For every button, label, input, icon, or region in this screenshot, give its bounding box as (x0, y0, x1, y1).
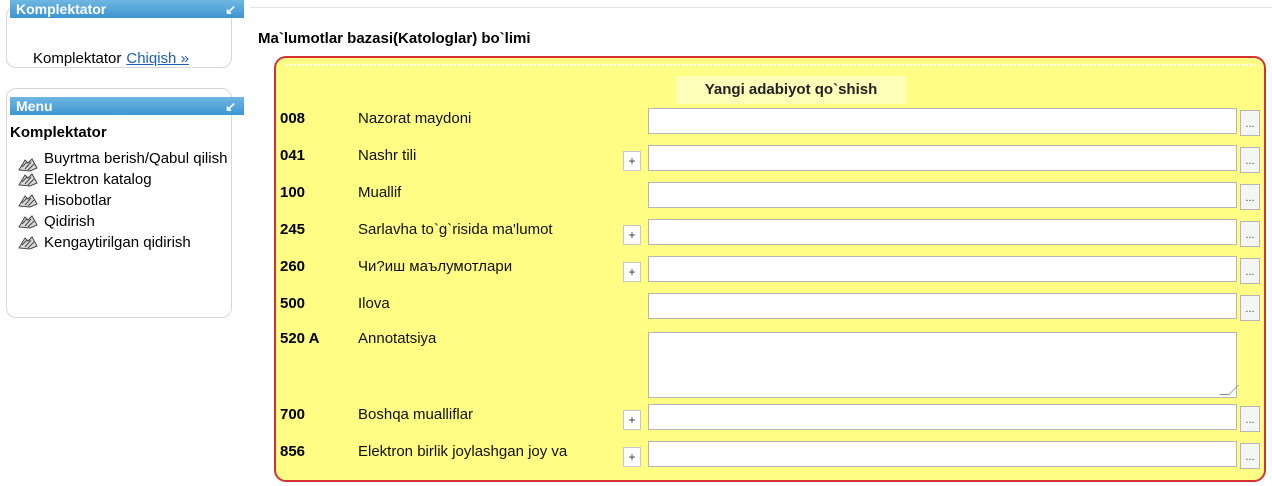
books-icon (18, 173, 38, 187)
form-row-041: 041 Nashr tili + ... (276, 143, 1264, 173)
browse-button[interactable]: ... (1240, 221, 1260, 247)
add-button[interactable]: + (623, 447, 641, 467)
menu-item-label: Buyrtma berish/Qabul qilish (44, 150, 228, 167)
form-row-520a: 520 A Annotatsiya (276, 326, 1264, 402)
form-row-856: 856 Elektron birlik joylashgan joy va + … (276, 439, 1264, 469)
collapse-icon[interactable]: ↙ (225, 98, 236, 116)
field-code: 100 (280, 184, 306, 201)
field-code: 500 (280, 295, 306, 312)
page-title: Ma`lumotlar bazasi(Katologlar) bo`limi (258, 30, 531, 47)
add-button[interactable]: + (623, 225, 641, 245)
field-code: 260 (280, 258, 306, 275)
field-code: 700 (280, 406, 306, 423)
logout-link[interactable]: Chiqish » (126, 50, 189, 67)
browse-button[interactable]: ... (1240, 110, 1260, 136)
resize-grip-icon[interactable] (1219, 385, 1239, 395)
menu-item-label: Hisobotlar (44, 192, 112, 209)
user-panel-header: Komplektator ↙ (10, 0, 244, 18)
collapse-icon[interactable]: ↙ (225, 1, 236, 19)
form-row-260: 260 Чи?иш маълумотлари + ... (276, 254, 1264, 284)
field-label: Ilova (358, 295, 390, 312)
form-top-border (286, 64, 1256, 68)
field-label: Чи?иш маълумотлари (358, 258, 513, 275)
field-label: Sarlavha to`g`risida ma'lumot (358, 221, 553, 238)
menu-item-label: Qidirish (44, 213, 95, 230)
menu-item-reports[interactable]: Hisobotlar (16, 192, 236, 210)
title-info-input[interactable] (648, 219, 1237, 245)
add-button[interactable]: + (623, 410, 641, 430)
browse-button[interactable]: ... (1240, 406, 1260, 432)
field-label: Elektron birlik joylashgan joy va (358, 443, 568, 460)
field-label: Nazorat maydoni (358, 110, 472, 127)
books-icon (18, 194, 38, 208)
annotation-textarea[interactable] (648, 332, 1239, 398)
books-icon (18, 215, 38, 229)
menu-item-catalog[interactable]: Elektron katalog (16, 171, 236, 189)
menu-panel-title: Menu (16, 98, 53, 114)
browse-button[interactable]: ... (1240, 295, 1260, 321)
author-input[interactable] (648, 182, 1237, 208)
field-label: Boshqa mualliflar (358, 406, 474, 423)
form-row-008: 008 Nazorat maydoni ... (276, 106, 1264, 136)
field-label: Nashr tili (358, 147, 417, 164)
menu-item-advanced-search[interactable]: Kengaytirilgan qidirish (16, 234, 236, 252)
field-code: 245 (280, 221, 306, 238)
browse-button[interactable]: ... (1240, 147, 1260, 173)
add-button[interactable]: + (623, 262, 641, 282)
user-line: Komplektator Chiqish » (33, 50, 189, 67)
field-code: 856 (280, 443, 306, 460)
menu-list: Buyrtma berish/Qabul qilish Elektron kat… (16, 150, 236, 255)
menu-item-label: Kengaytirilgan qidirish (44, 234, 191, 251)
control-field-input[interactable] (648, 108, 1237, 134)
field-label: Annotatsiya (358, 330, 437, 347)
menu-item-label: Elektron katalog (44, 171, 152, 188)
other-authors-input[interactable] (648, 404, 1237, 430)
menu-item-orders[interactable]: Buyrtma berish/Qabul qilish (16, 150, 236, 172)
menu-section-title: Komplektator (10, 124, 107, 141)
field-code: 520 A (280, 330, 320, 347)
form-row-245: 245 Sarlavha to`g`risida ma'lumot + ... (276, 217, 1264, 247)
menu-panel-header: Menu ↙ (10, 97, 244, 115)
browse-button[interactable]: ... (1240, 443, 1260, 469)
publication-info-input[interactable] (648, 256, 1237, 282)
books-icon (18, 236, 38, 250)
form-row-500: 500 Ilova ... (276, 291, 1264, 321)
menu-item-search[interactable]: Qidirish (16, 213, 236, 231)
electronic-location-input[interactable] (648, 441, 1237, 467)
appendix-input[interactable] (648, 293, 1237, 319)
form-row-100: 100 Muallif ... (276, 180, 1264, 210)
browse-button[interactable]: ... (1240, 184, 1260, 210)
user-panel-title: Komplektator (16, 1, 107, 17)
books-icon (18, 158, 38, 172)
add-button[interactable]: + (623, 151, 641, 171)
field-label: Muallif (358, 184, 402, 201)
language-input[interactable] (648, 145, 1237, 171)
add-literature-form: Yangi adabiyot qo`shish 008 Nazorat mayd… (274, 56, 1266, 482)
browse-button[interactable]: ... (1240, 258, 1260, 284)
form-header: Yangi adabiyot qo`shish (676, 76, 906, 104)
field-code: 008 (280, 110, 306, 127)
top-divider (250, 7, 1272, 8)
form-row-700: 700 Boshqa mualliflar + ... (276, 402, 1264, 432)
username: Komplektator (33, 50, 122, 67)
field-code: 041 (280, 147, 306, 164)
